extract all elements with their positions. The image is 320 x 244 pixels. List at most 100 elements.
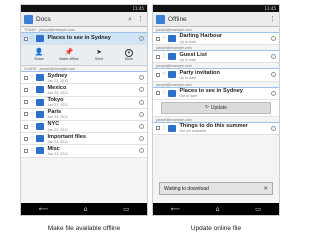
checkbox[interactable] [24, 75, 28, 80]
file-row-selected[interactable]: ☆ Places to see in Sydney › [21, 33, 147, 46]
star-icon[interactable]: ☆ [30, 87, 34, 92]
folder-icon [36, 110, 45, 118]
row-action-icon[interactable]: › [271, 90, 276, 96]
file-action-bar: 👤 Share 📌 Make offline ➤ Send ▾ More [21, 45, 147, 67]
file-row[interactable]: ☆ Important files Jan 23, 2011 › [21, 133, 147, 146]
star-icon[interactable]: ☆ [30, 136, 34, 141]
more-button[interactable]: ▾ More [114, 48, 144, 62]
file-row[interactable]: ☆ Things to do this summer Not yet availab… [153, 122, 279, 135]
star-icon[interactable]: ☆ [162, 54, 166, 59]
file-subtitle: Jan 23, 2011 [47, 139, 68, 144]
star-icon[interactable]: ☆ [30, 124, 34, 129]
share-button[interactable]: 👤 Share [24, 48, 54, 62]
phone-screen-docs: 11:45 Docs ⌕ ⋮ TODAY · joseph@example.co… [20, 4, 148, 216]
offline-file-list: joseph@example.com ☆ Darling Harbour Up to … [153, 27, 279, 135]
file-name: Places to see in Sydney [47, 35, 111, 42]
folder-icon [36, 98, 45, 106]
file-subtitle: Up to date [179, 76, 197, 81]
star-icon[interactable]: ☆ [30, 75, 34, 80]
checkbox[interactable] [156, 72, 160, 77]
checkbox[interactable] [24, 87, 28, 92]
row-action-icon[interactable]: › [139, 87, 144, 93]
close-icon[interactable]: ✕ [263, 186, 268, 192]
star-icon[interactable]: ☆ [162, 125, 166, 131]
row-action-icon[interactable]: › [271, 54, 276, 60]
send-button[interactable]: ➤ Send [84, 48, 114, 62]
folder-icon [168, 53, 177, 61]
row-action-icon[interactable]: › [139, 36, 144, 42]
search-icon[interactable]: ⌕ [128, 15, 132, 23]
file-row[interactable]: ☆ Darling Harbour Up to date › [153, 33, 279, 46]
file-row[interactable]: ☆ Mexico Jan 23, 2011 › [21, 84, 147, 97]
file-row[interactable]: ☆ Tokyo Jan 23, 2011 › [21, 96, 147, 109]
row-action-icon[interactable]: › [271, 125, 276, 131]
checkbox[interactable] [24, 136, 28, 141]
share-icon: 👤 [34, 48, 44, 57]
more-icon: ▾ [125, 48, 133, 57]
checkbox[interactable] [156, 126, 160, 131]
file-row[interactable]: ☆ Guest List Up to date › [153, 51, 279, 64]
row-action-icon[interactable]: › [139, 136, 144, 142]
file-subtitle: Up to date [179, 39, 197, 44]
file-subtitle: Out of date [179, 94, 198, 99]
app-title: Offline [168, 15, 187, 23]
checkbox[interactable] [156, 91, 160, 96]
drive-app-icon[interactable] [24, 14, 33, 24]
recent-apps-icon[interactable]: ▭ [123, 206, 129, 213]
checkbox[interactable] [24, 112, 28, 117]
folder-icon [168, 124, 177, 132]
checkbox[interactable] [24, 148, 28, 153]
checkbox[interactable] [24, 100, 28, 105]
star-icon[interactable]: ☆ [162, 90, 166, 96]
update-button[interactable]: ↻ Update [161, 101, 271, 114]
nav-bar: ⟵ ⌂ ▭ [153, 203, 279, 215]
overflow-menu-icon[interactable]: ⋮ [137, 15, 144, 23]
star-icon[interactable]: ☆ [30, 99, 34, 105]
file-row[interactable]: ☆ Misc Jan 23, 2011 › [21, 145, 147, 158]
star-icon[interactable]: ☆ [30, 111, 34, 117]
star-icon[interactable]: ☆ [162, 72, 166, 77]
file-subtitle: Jan 23, 2011 [47, 115, 68, 120]
checkbox[interactable] [156, 54, 160, 59]
folder-icon [168, 71, 177, 79]
row-action-icon[interactable]: › [271, 36, 276, 42]
back-icon[interactable]: ⟵ [39, 206, 48, 213]
row-action-icon[interactable]: › [271, 72, 276, 78]
drive-app-icon[interactable] [156, 14, 165, 24]
caption-make-offline: Make file available offline [47, 225, 121, 232]
recent-apps-icon[interactable]: ▭ [255, 206, 261, 213]
checkbox[interactable] [156, 36, 160, 41]
file-list: ☆ Sydney Jan 23, 2011 › ☆ Mexico Jan 23, 2011 ›… [21, 72, 147, 158]
file-row[interactable]: ☆ Places to see in Sydney Out of date › [153, 87, 279, 100]
star-icon[interactable]: ☆ [30, 148, 34, 153]
send-icon: ➤ [96, 48, 102, 57]
home-icon[interactable]: ⌂ [84, 206, 88, 213]
checkbox[interactable] [24, 124, 28, 129]
star-icon[interactable]: ☆ [30, 36, 34, 41]
make-offline-button[interactable]: 📌 Make offline [54, 48, 84, 62]
checkbox[interactable] [24, 36, 28, 41]
phone-screen-offline: 11:45 Offline ⋮ joseph@example.com ☆ Darli… [152, 4, 280, 216]
row-action-icon[interactable]: › [139, 111, 144, 117]
file-row[interactable]: ☆ Sydney Jan 23, 2011 › [21, 72, 147, 85]
home-icon[interactable]: ⌂ [216, 206, 220, 213]
update-container: ↻ Update [153, 99, 279, 117]
star-icon[interactable]: ☆ [162, 36, 166, 41]
folder-icon [36, 86, 45, 94]
file-row[interactable]: ☆ NYC Jan 23, 2011 › [21, 120, 147, 134]
row-action-icon[interactable]: › [139, 75, 144, 81]
overflow-menu-icon[interactable]: ⋮ [269, 15, 276, 23]
row-action-icon[interactable]: › [139, 124, 144, 130]
file-subtitle: Jan 23, 2011 [47, 103, 68, 108]
folder-icon [36, 135, 45, 143]
row-action-icon[interactable]: › [139, 99, 144, 105]
file-row[interactable]: ☆ Paris Jan 23, 2011 › [21, 108, 147, 121]
more-label: More [124, 56, 134, 61]
back-icon[interactable]: ⟵ [171, 206, 180, 213]
toast-text: Waiting to download [164, 185, 209, 192]
file-subtitle: Jan 23, 2011 [47, 152, 68, 156]
file-subtitle: Up to date [179, 57, 197, 62]
file-row[interactable]: ☆ Party invitation Up to date › [153, 69, 279, 82]
row-action-icon[interactable]: › [139, 148, 144, 154]
caption-update-online: Update online file [190, 225, 242, 232]
